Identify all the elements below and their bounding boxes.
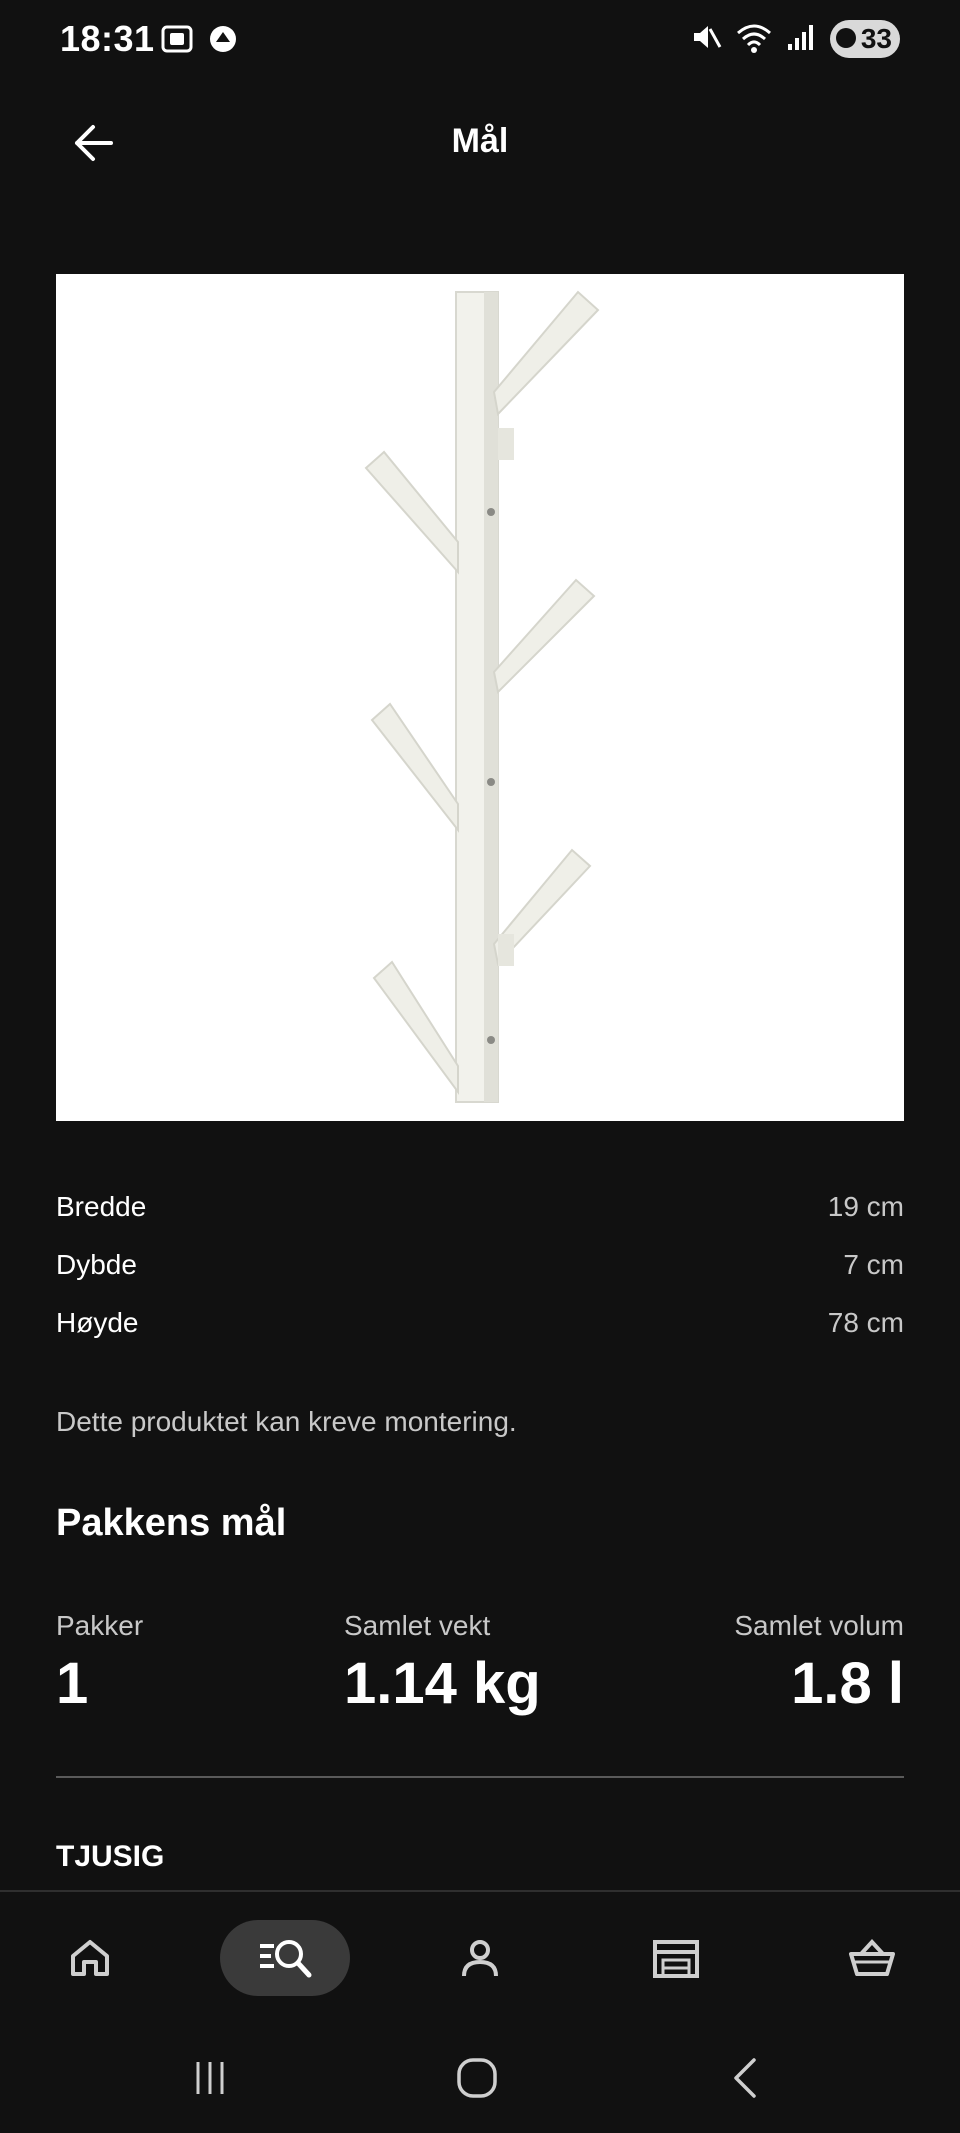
- recents-button[interactable]: [170, 2048, 250, 2108]
- status-right-icons: 33: [690, 20, 900, 58]
- package-volume-value: 1.8 l: [791, 1651, 904, 1716]
- package-volume-label: Samlet volum: [734, 1610, 904, 1641]
- leaf-icon: [836, 28, 856, 48]
- dimension-value: 19 cm: [827, 1191, 904, 1222]
- package-weight-value: 1.14 kg: [344, 1651, 541, 1716]
- battery-level: 33: [860, 23, 892, 54]
- profile-icon: [462, 1940, 498, 1977]
- status-time: 18:31: [60, 18, 155, 59]
- recents-icon: [196, 2062, 224, 2094]
- divider: [56, 1776, 904, 1778]
- product-image: [56, 274, 904, 1121]
- store-icon: [653, 1940, 699, 1978]
- nav-profile[interactable]: [440, 1920, 520, 1996]
- home-button[interactable]: [437, 2048, 517, 2108]
- page-title: Mål: [451, 122, 509, 160]
- back-chevron-icon: [734, 2058, 756, 2098]
- screenshot-icon: [160, 24, 194, 59]
- package-volume: Samlet volum 1.8 l: [734, 1610, 904, 1717]
- dimension-row-height: Høyde 78 cm: [56, 1294, 904, 1352]
- nav-basket[interactable]: [832, 1920, 912, 1996]
- nav-home[interactable]: [50, 1920, 130, 1996]
- coat-rack-illustration: [364, 290, 600, 1103]
- package-weight-label: Samlet vekt: [344, 1610, 491, 1641]
- package-weight: Samlet vekt 1.14 kg: [344, 1610, 541, 1717]
- dimension-label: Høyde: [56, 1307, 139, 1338]
- status-left-icons: [160, 24, 238, 59]
- wifi-icon: [736, 21, 772, 58]
- dimension-label: Bredde: [56, 1191, 147, 1222]
- dimension-row-width: Bredde 19 cm: [56, 1178, 904, 1236]
- package-count-label: Pakker: [56, 1610, 144, 1641]
- home-circle-icon: [457, 2058, 497, 2098]
- sync-icon: [208, 24, 238, 59]
- home-icon: [71, 1940, 109, 1976]
- system-nav: [0, 2026, 960, 2133]
- package-section-title: Pakkens mål: [56, 1502, 287, 1544]
- nav-search[interactable]: [220, 1920, 350, 1996]
- product-name[interactable]: TJUSIG: [56, 1840, 164, 1874]
- bottom-nav: [0, 1890, 960, 2028]
- dimension-value: 78 cm: [827, 1307, 904, 1338]
- dimension-label: Dybde: [56, 1249, 137, 1280]
- dimension-row-depth: Dybde 7 cm: [56, 1236, 904, 1294]
- search-list-icon: [260, 1940, 312, 1978]
- package-count: Pakker 1: [56, 1610, 143, 1717]
- basket-icon: [849, 1939, 895, 1976]
- nav-store[interactable]: [636, 1920, 716, 1996]
- signal-icon: [786, 22, 816, 57]
- package-count-value: 1: [56, 1651, 89, 1716]
- dimension-value: 7 cm: [843, 1249, 904, 1280]
- battery-icon: 33: [830, 20, 900, 58]
- mute-icon: [690, 21, 722, 58]
- assembly-note: Dette produktet kan kreve montering.: [56, 1406, 517, 1437]
- system-back-button[interactable]: [706, 2048, 786, 2108]
